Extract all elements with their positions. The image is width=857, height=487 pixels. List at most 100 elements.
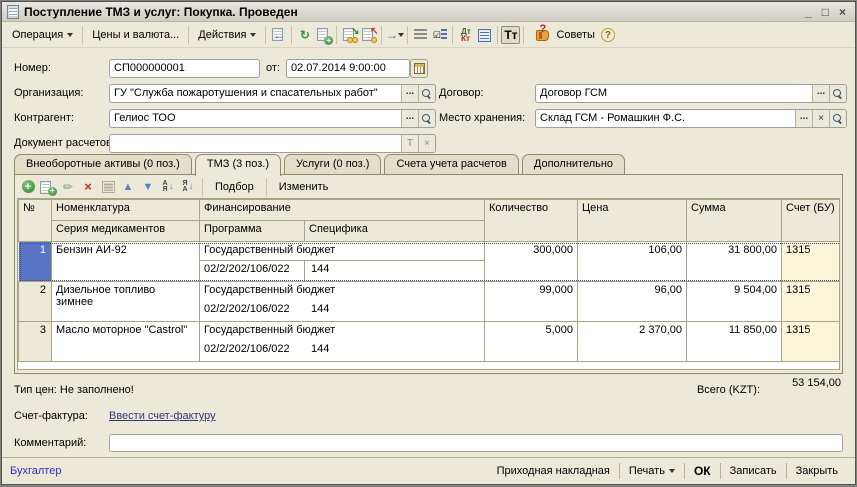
- cell-quantity[interactable]: 99,000: [485, 282, 578, 322]
- type-button[interactable]: T: [401, 135, 418, 152]
- font-settings-button[interactable]: Тт: [501, 26, 520, 44]
- settlement-doc-label: Документ расчетов:: [14, 134, 115, 152]
- select-button[interactable]: ...: [795, 110, 812, 127]
- edit-row-icon[interactable]: ✏: [59, 179, 77, 195]
- open-button[interactable]: [418, 85, 435, 102]
- col-header-account[interactable]: Счет (БУ): [782, 200, 841, 242]
- open-button[interactable]: [829, 85, 846, 102]
- enter-invoice-link[interactable]: Ввести счет-фактуру: [109, 410, 216, 422]
- settlement-doc-field[interactable]: T ×: [109, 134, 436, 153]
- col-header-series[interactable]: Серия медикаментов: [52, 221, 200, 242]
- actions-menu-button[interactable]: Действия: [192, 26, 262, 44]
- col-header-price[interactable]: Цена: [578, 200, 687, 242]
- select-button[interactable]: ...: [401, 110, 418, 127]
- goto-icon[interactable]: →: [385, 26, 404, 44]
- report-icon[interactable]: [475, 26, 494, 44]
- open-button[interactable]: [829, 110, 846, 127]
- cell-financing[interactable]: Государственный бюджет 02/2/202/106/022 …: [200, 322, 485, 362]
- operation-menu-button[interactable]: Операция: [6, 26, 79, 44]
- table-row[interactable]: 1 Бензин АИ-92 Государственный бюджет 02…: [19, 242, 841, 282]
- document-icon: [7, 5, 19, 19]
- select-button[interactable]: ...: [401, 85, 418, 102]
- dtkt-posting-icon[interactable]: ДтКт: [456, 26, 475, 44]
- cell-price[interactable]: 2 370,00: [578, 322, 687, 362]
- cell-quantity[interactable]: 5,000: [485, 322, 578, 362]
- cell-price[interactable]: 96,00: [578, 282, 687, 322]
- move-down-icon[interactable]: ▼: [139, 179, 157, 195]
- receipt-note-button[interactable]: Приходная накладная: [488, 461, 619, 481]
- col-header-program[interactable]: Программа: [200, 221, 305, 242]
- cell-financing[interactable]: Государственный бюджет 02/2/202/106/022 …: [200, 242, 485, 282]
- cell-nomenclature[interactable]: Дизельное топливо зимнее: [52, 282, 200, 322]
- cell-account[interactable]: 1315: [782, 282, 841, 322]
- sort-descending-icon[interactable]: ЯА ↓: [179, 179, 197, 195]
- cell-account[interactable]: 1315: [782, 322, 841, 362]
- add-row-icon[interactable]: +: [19, 179, 37, 195]
- cell-financing[interactable]: Государственный бюджет 02/2/202/106/022 …: [200, 282, 485, 322]
- close-icon[interactable]: ×: [839, 5, 846, 19]
- save-button[interactable]: Записать: [721, 461, 786, 481]
- prices-currency-button[interactable]: Цены и валюта...: [86, 26, 185, 44]
- print-button[interactable]: Печать: [620, 461, 684, 481]
- advice-button[interactable]: ? Советы: [527, 23, 600, 47]
- tab-services[interactable]: Услуги (0 поз.): [284, 154, 381, 175]
- cell-price[interactable]: 106,00: [578, 242, 687, 282]
- maximize-icon[interactable]: □: [822, 5, 829, 19]
- cell-account[interactable]: 1315: [782, 242, 841, 282]
- izmenit-button[interactable]: Изменить: [272, 179, 336, 195]
- receipt-in-icon[interactable]: ↘: [340, 26, 359, 44]
- select-button[interactable]: ...: [812, 85, 829, 102]
- copy-row-icon[interactable]: +: [39, 179, 57, 195]
- close-button[interactable]: Закрыть: [787, 461, 847, 481]
- tab-settlement-accounts[interactable]: Счета учета расчетов: [384, 154, 518, 175]
- date-field[interactable]: 02.07.2014 9:00:00: [286, 59, 410, 78]
- col-header-quantity[interactable]: Количество: [485, 200, 578, 242]
- number-field[interactable]: СП000000001: [109, 59, 260, 78]
- cell-sum[interactable]: 9 504,00: [687, 282, 782, 322]
- tab-noncurrent-assets[interactable]: Внеоборотные активы (0 поз.): [14, 154, 192, 175]
- bottom-bar: Бухгалтер Приходная накладная Печать ОК …: [2, 457, 855, 484]
- end-edit-icon[interactable]: [99, 179, 117, 195]
- col-header-specifics[interactable]: Специфика: [305, 221, 485, 242]
- comment-input[interactable]: [109, 434, 843, 452]
- post-document-icon[interactable]: ←: [269, 26, 288, 44]
- structure-icon[interactable]: [411, 26, 430, 44]
- cell-nomenclature[interactable]: Бензин АИ-92: [52, 242, 200, 282]
- cell-quantity[interactable]: 300,000: [485, 242, 578, 282]
- receipt-out-icon[interactable]: ↖: [359, 26, 378, 44]
- cell-sum[interactable]: 11 850,00: [687, 322, 782, 362]
- col-header-financing[interactable]: Финансирование: [200, 200, 485, 221]
- counterparty-field[interactable]: Гелиос ТОО ...: [109, 109, 436, 128]
- chevron-down-icon: [250, 33, 256, 37]
- title-bar[interactable]: Поступление ТМЗ и услуг: Покупка. Провед…: [2, 2, 855, 22]
- table-row[interactable]: 3 Масло моторное "Castrol" Государственн…: [19, 322, 841, 362]
- col-header-num[interactable]: №: [19, 200, 52, 242]
- toolbar-separator: [381, 26, 382, 44]
- col-header-nomenclature[interactable]: Номенклатура: [52, 200, 200, 221]
- warehouse-field[interactable]: Склад ГСМ - Ромашкин Ф.С. ... ×: [535, 109, 847, 128]
- cell-sum[interactable]: 31 800,00: [687, 242, 782, 282]
- podbor-button[interactable]: Подбор: [208, 179, 261, 195]
- refresh-icon[interactable]: ↻: [295, 26, 314, 44]
- cell-nomenclature[interactable]: Масло моторное "Castrol": [52, 322, 200, 362]
- copy-document-icon[interactable]: +: [314, 26, 333, 44]
- col-header-sum[interactable]: Сумма: [687, 200, 782, 242]
- minimize-icon[interactable]: _: [805, 5, 812, 19]
- chevron-down-icon: [398, 33, 404, 37]
- tab-tmz[interactable]: ТМЗ (3 поз.): [195, 154, 281, 176]
- clear-button[interactable]: ×: [418, 135, 435, 152]
- help-icon[interactable]: ?: [601, 28, 615, 42]
- organization-field[interactable]: ГУ "Служба пожаротушения и спасательных …: [109, 84, 436, 103]
- table-row[interactable]: 2 Дизельное топливо зимнее Государственн…: [19, 282, 841, 322]
- open-button[interactable]: [418, 110, 435, 127]
- delete-row-icon[interactable]: ×: [79, 179, 97, 195]
- sort-ascending-icon[interactable]: АЯ ↓: [159, 179, 177, 195]
- calendar-button[interactable]: [410, 59, 428, 78]
- user-role-link[interactable]: Бухгалтер: [10, 465, 61, 477]
- contract-field[interactable]: Договор ГСМ ...: [535, 84, 847, 103]
- clear-button[interactable]: ×: [812, 110, 829, 127]
- move-up-icon[interactable]: ▲: [119, 179, 137, 195]
- ok-button[interactable]: ОК: [685, 460, 720, 482]
- tab-additional[interactable]: Дополнительно: [522, 154, 625, 175]
- checkbox-structure-icon[interactable]: ☑: [430, 26, 449, 44]
